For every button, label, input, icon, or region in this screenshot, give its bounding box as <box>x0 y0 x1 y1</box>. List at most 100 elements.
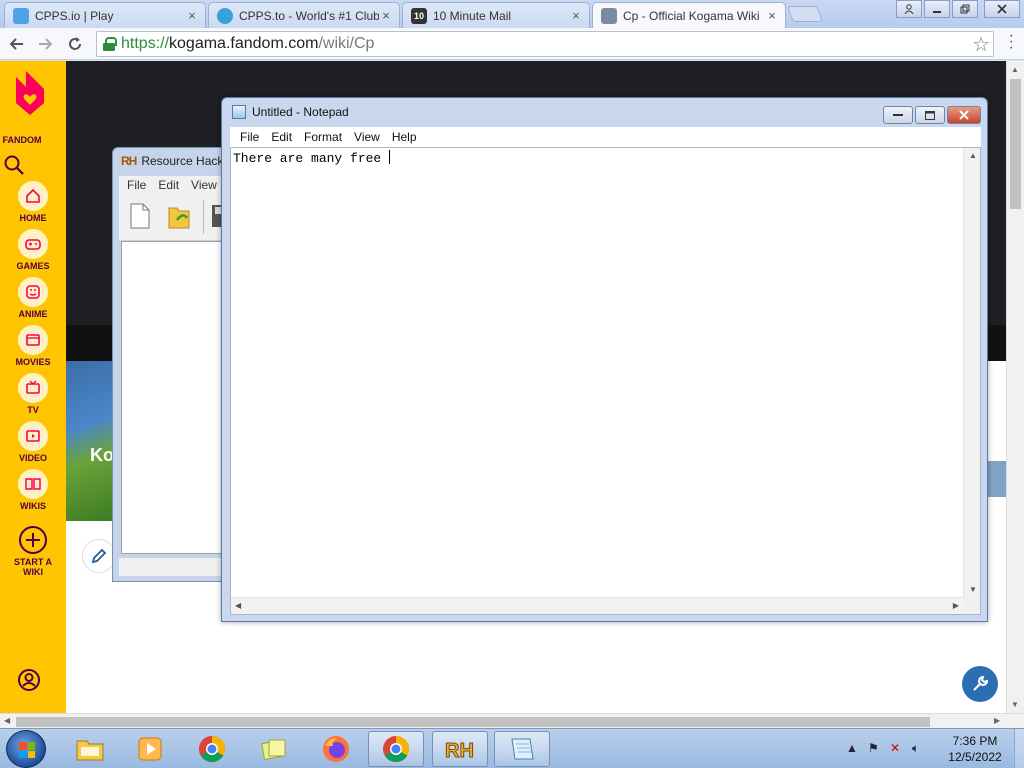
show-desktop-button[interactable] <box>1014 729 1024 768</box>
scroll-thumb[interactable] <box>16 717 930 727</box>
taskbar-notepad[interactable] <box>494 731 550 767</box>
volume-icon[interactable]: 🔈︎ <box>912 741 919 756</box>
resource-hacker-window[interactable]: RH Resource Hack File Edit View <box>112 147 232 582</box>
fandom-logo-icon[interactable] <box>12 69 48 117</box>
page-horizontal-scrollbar[interactable]: ◀ ▶ <box>0 713 1024 729</box>
notepad-text: There are many free <box>233 151 390 166</box>
nav-start-a-wiki[interactable]: START A WIKI <box>0 525 66 577</box>
taskbar-explorer[interactable] <box>62 731 118 767</box>
search-icon[interactable] <box>3 154 25 176</box>
hero-image-right <box>986 361 1006 521</box>
menu-format[interactable]: Format <box>298 130 348 144</box>
firefox-icon <box>323 736 349 762</box>
scroll-down-icon[interactable]: ▼ <box>969 585 977 594</box>
nav-games[interactable]: GAMES <box>0 229 66 271</box>
clock-time: 7:36 PM <box>952 734 998 748</box>
open-folder-icon[interactable] <box>167 202 193 230</box>
maximize-icon[interactable] <box>915 106 945 124</box>
close-tab-icon[interactable]: × <box>379 8 393 23</box>
rh-menu-view[interactable]: View <box>191 178 217 192</box>
nav-anime[interactable]: ANIME <box>0 277 66 319</box>
media-player-icon <box>138 737 162 761</box>
notepad-window[interactable]: Untitled - Notepad File Edit Format View… <box>221 97 988 622</box>
forward-icon[interactable] <box>32 32 58 56</box>
nav-movies[interactable]: MOVIES <box>0 325 66 367</box>
tab-title: CPPS.io | Play <box>35 8 114 23</box>
user-account-icon[interactable] <box>17 668 41 692</box>
tab-10-minute-mail[interactable]: 10 10 Minute Mail × <box>402 2 590 28</box>
scroll-down-icon[interactable]: ▼ <box>1011 700 1019 709</box>
taskbar-chrome[interactable] <box>368 731 424 767</box>
person-icon[interactable] <box>896 0 922 18</box>
wiki-title[interactable]: Ko <box>90 445 114 466</box>
rh-menu-edit[interactable]: Edit <box>158 178 179 192</box>
new-tab-button[interactable] <box>787 6 823 22</box>
scroll-thumb[interactable] <box>1010 79 1021 209</box>
taskbar-chrome-pinned[interactable] <box>184 731 240 767</box>
page-vertical-scrollbar[interactable]: ▲ ▼ <box>1006 61 1024 713</box>
reload-icon[interactable] <box>62 32 88 56</box>
taskbar-resource-hacker[interactable]: RH <box>432 731 488 767</box>
close-icon[interactable] <box>984 0 1020 18</box>
clock[interactable]: 7:36 PM 12/5/2022 <box>940 733 1010 765</box>
nav-video[interactable]: VIDEO <box>0 421 66 463</box>
edit-pencil-icon[interactable] <box>82 539 116 573</box>
nav-tv[interactable]: TV <box>0 373 66 415</box>
notepad-horizontal-scrollbar[interactable]: ◀ ▶ <box>231 597 963 614</box>
menu-file[interactable]: File <box>234 130 265 144</box>
book-icon <box>18 469 48 499</box>
notepad-vertical-scrollbar[interactable]: ▲ ▼ <box>963 148 980 597</box>
restore-icon[interactable] <box>952 0 978 18</box>
movie-icon <box>18 325 48 355</box>
taskbar-media-player[interactable] <box>122 731 178 767</box>
rh-menubar: File Edit View <box>119 176 229 194</box>
rh-title: Resource Hack <box>141 154 224 168</box>
sticky-notes-icon <box>261 739 286 761</box>
tab-strip: CPPS.io | Play × CPPS.to - World's #1 Cl… <box>0 0 1024 28</box>
close-tab-icon[interactable]: × <box>569 8 583 23</box>
scroll-right-icon[interactable]: ▶ <box>994 716 1000 725</box>
nav-label: WIKIS <box>20 501 46 511</box>
taskbar-firefox[interactable] <box>308 731 364 767</box>
taskbar-sticky-notes[interactable] <box>246 731 302 767</box>
nav-home[interactable]: HOME <box>0 181 66 223</box>
minimize-icon[interactable] <box>883 106 913 124</box>
nav-wikis[interactable]: WIKIS <box>0 469 66 511</box>
bookmark-star-icon[interactable]: ☆ <box>972 32 990 57</box>
nav-label: HOME <box>19 213 47 223</box>
tab-cpps-to[interactable]: CPPS.to - World's #1 Club × <box>208 2 400 28</box>
new-file-icon[interactable] <box>129 202 151 230</box>
close-tab-icon[interactable]: × <box>185 8 199 23</box>
nav-label: GAMES <box>16 261 50 271</box>
close-tab-icon[interactable]: × <box>765 8 779 23</box>
tab-kogama-wiki[interactable]: Cp - Official Kogama Wiki × <box>592 2 786 28</box>
scroll-left-icon[interactable]: ◀ <box>4 716 10 725</box>
wrench-icon[interactable] <box>962 666 998 702</box>
chrome-icon <box>383 735 410 763</box>
menu-view[interactable]: View <box>348 130 386 144</box>
network-icon[interactable]: ✕ <box>890 741 900 755</box>
menu-help[interactable]: Help <box>386 130 423 144</box>
close-icon[interactable] <box>947 106 981 124</box>
rh-titlebar[interactable]: RH Resource Hack <box>121 154 223 168</box>
start-button[interactable] <box>6 730 46 768</box>
minimize-icon[interactable] <box>924 0 950 18</box>
tab-cpps-io[interactable]: CPPS.io | Play × <box>4 2 206 28</box>
back-icon[interactable] <box>4 32 30 56</box>
address-bar[interactable]: https:// kogama.fandom.com /wiki/Cp <box>96 31 994 57</box>
resize-grip[interactable] <box>963 597 980 614</box>
browser-menu-icon[interactable]: · · · <box>1009 28 1014 56</box>
action-center-icon[interactable]: ⚑ <box>868 741 879 755</box>
scroll-right-icon[interactable]: ▶ <box>953 601 959 610</box>
scroll-up-icon[interactable]: ▲ <box>1011 65 1019 74</box>
rh-resource-tree[interactable] <box>121 241 227 554</box>
tray-expand-icon[interactable]: ▲ <box>846 741 858 755</box>
rh-menu-file[interactable]: File <box>127 178 146 192</box>
menu-edit[interactable]: Edit <box>265 130 298 144</box>
notepad-text-area[interactable]: There are many free ▲ ▼ ◀ ▶ <box>230 147 981 615</box>
windows-logo-icon <box>19 742 35 758</box>
folder-icon <box>76 740 104 761</box>
notepad-titlebar[interactable]: Untitled - Notepad <box>222 98 987 126</box>
scroll-left-icon[interactable]: ◀ <box>235 601 241 610</box>
scroll-up-icon[interactable]: ▲ <box>969 151 977 160</box>
